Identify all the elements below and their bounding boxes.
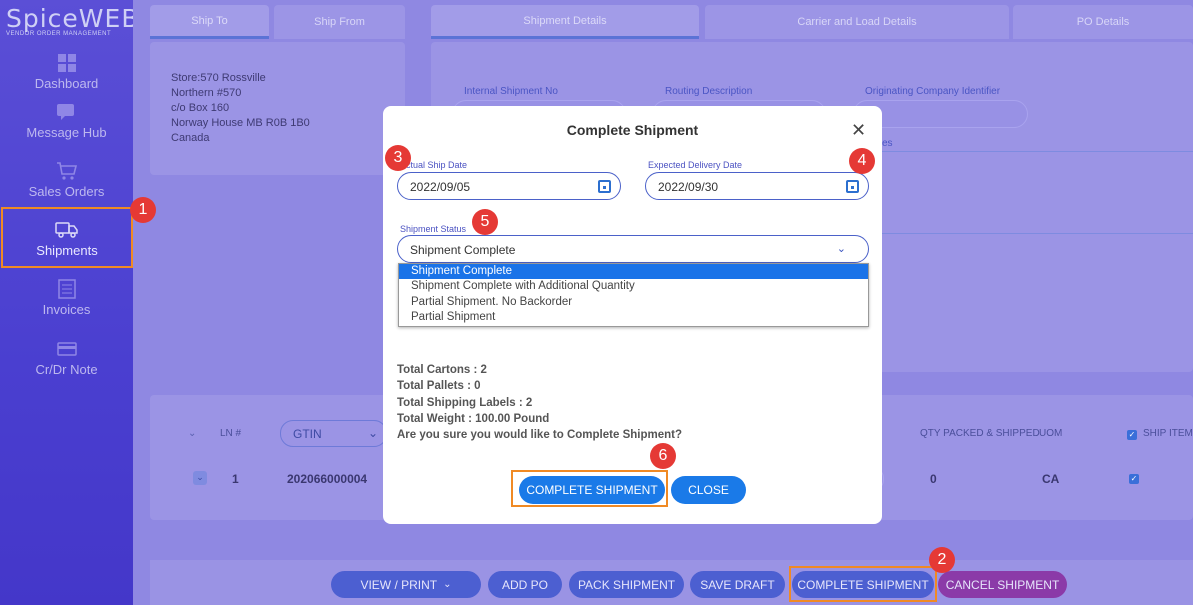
callout-badge: 3 — [385, 145, 411, 171]
tab-po-details[interactable]: PO Details — [1013, 5, 1193, 39]
ship-to-address: Store:570 Rossville Northern #570 c/o Bo… — [171, 72, 310, 144]
row-qty: 0 — [930, 472, 937, 486]
truck-icon — [55, 222, 78, 238]
pack-shipment-button[interactable]: PACK SHIPMENT — [569, 571, 684, 598]
gtin-column-select[interactable]: GTIN ⌄ — [280, 420, 387, 447]
invoice-icon — [57, 279, 76, 299]
partial-field-label: es — [882, 138, 893, 149]
col-header-uom: UOM — [1039, 428, 1063, 439]
callout-badge: 5 — [472, 209, 498, 235]
routing-description-label: Routing Description — [665, 86, 753, 97]
col-header-ln: LN # — [220, 428, 242, 439]
save-draft-button[interactable]: SAVE DRAFT — [690, 571, 785, 598]
shipment-summary: Total Cartons : 2 Total Pallets : 0 Tota… — [397, 362, 682, 443]
dialog-title: Complete Shipment — [566, 122, 699, 138]
sidebar-item-label: Shipments — [36, 243, 98, 258]
tab-carrier-load-details[interactable]: Carrier and Load Details — [705, 5, 1009, 39]
total-weight: Total Weight : 100.00 Pound — [397, 412, 550, 425]
add-po-button[interactable]: ADD PO — [488, 571, 562, 598]
brand-logo[interactable]: SpiceWEB VENDOR ORDER MANAGEMENT — [6, 4, 140, 38]
col-header-qty: QTY PACKED & SHIPPED — [920, 428, 1040, 439]
tab-shipment-details[interactable]: Shipment Details — [431, 5, 699, 39]
shipment-status-dropdown: Shipment Complete Shipment Complete with… — [398, 263, 869, 327]
expected-delivery-label: Expected Delivery Date — [648, 160, 743, 170]
callout-badge: 1 — [130, 197, 156, 223]
select-all-checkbox[interactable]: ✓ — [1127, 430, 1137, 440]
originating-company-label: Originating Company Identifier — [865, 86, 1001, 97]
confirm-question: Are you sure you would like to Complete … — [397, 429, 682, 442]
calendar-icon[interactable] — [598, 180, 611, 193]
complete-shipment-highlight — [789, 566, 937, 602]
sidebar-item-label: Dashboard — [34, 76, 99, 91]
chevron-down-icon: ⌄ — [443, 579, 452, 590]
row-gtin: 202066000004 — [287, 472, 368, 486]
sidebar-item-shipments[interactable]: Shipments — [1, 207, 133, 268]
calendar-icon[interactable] — [846, 180, 859, 193]
chat-icon — [56, 104, 74, 120]
sidebar-item-cr-dr-note[interactable]: Cr/Dr Note — [0, 338, 133, 398]
dialog-close-button[interactable]: CLOSE — [671, 476, 746, 504]
callout-badge: 4 — [849, 148, 875, 174]
cart-icon — [56, 162, 77, 180]
gtin-select-value: GTIN — [293, 427, 322, 441]
row-ship-checkbox[interactable]: ✓ — [1129, 474, 1139, 484]
status-option[interactable]: Partial Shipment — [399, 310, 868, 325]
chevron-down-icon: ⌄ — [836, 243, 846, 255]
shipment-status-label: Shipment Status — [400, 224, 467, 234]
field-underline — [882, 233, 1193, 234]
shipment-status-value: Shipment Complete — [410, 243, 516, 257]
cancel-shipment-button[interactable]: CANCEL SHIPMENT — [938, 571, 1067, 598]
callout-badge: 6 — [650, 443, 676, 469]
sidebar-item-label: Sales Orders — [28, 184, 105, 199]
tab-ship-from[interactable]: Ship From — [274, 5, 405, 39]
total-cartons: Total Cartons : 2 — [397, 364, 487, 376]
status-option[interactable]: Shipment Complete with Additional Quanti… — [399, 279, 868, 294]
sidebar-item-label: Cr/Dr Note — [35, 362, 98, 377]
row-uom: CA — [1042, 472, 1060, 486]
row-ln: 1 — [232, 472, 239, 486]
complete-shipment-dialog: Complete Shipment ✕ Actual Ship Date 202… — [383, 106, 882, 524]
dialog-complete-highlight — [511, 470, 668, 507]
status-option[interactable]: Shipment Complete — [399, 264, 868, 280]
dashboard-icon — [57, 54, 76, 72]
sidebar: SpiceWEB VENDOR ORDER MANAGEMENT Dashboa… — [0, 0, 140, 605]
tab-ship-to[interactable]: Ship To — [150, 5, 269, 39]
card-icon — [56, 342, 77, 356]
expected-delivery-value: 2022/09/30 — [658, 180, 719, 194]
actual-ship-date-input[interactable]: 2022/09/05 — [397, 172, 621, 200]
sidebar-item-message-hub[interactable]: Message Hub — [0, 101, 133, 161]
total-pallets: Total Pallets : 0 — [397, 380, 481, 393]
brand-name: SpiceWEB — [6, 4, 140, 33]
col-header-ship-item: SHIP ITEM — [1143, 428, 1193, 439]
expand-all-icon[interactable]: ⌄ — [188, 428, 196, 439]
field-underline — [882, 151, 1193, 152]
close-icon[interactable]: ✕ — [851, 120, 866, 141]
chevron-down-icon: ⌄ — [367, 426, 378, 440]
callout-badge: 2 — [929, 547, 955, 573]
actual-ship-date-value: 2022/09/05 — [410, 180, 471, 194]
internal-shipment-no-label: Internal Shipment No — [464, 86, 558, 97]
view-print-button[interactable]: VIEW / PRINT ⌄ — [331, 571, 481, 598]
expected-delivery-input[interactable]: 2022/09/30 — [645, 172, 869, 200]
sidebar-item-label: Invoices — [42, 302, 91, 317]
sidebar-item-invoices[interactable]: Invoices — [0, 278, 133, 338]
sidebar-item-label: Message Hub — [26, 125, 107, 140]
status-option[interactable]: Partial Shipment. No Backorder — [399, 295, 868, 310]
shipment-status-select[interactable]: Shipment Complete ⌄ — [397, 235, 869, 263]
row-expand-icon[interactable]: ⌄ — [193, 471, 207, 485]
total-shipping-labels: Total Shipping Labels : 2 — [397, 396, 533, 409]
